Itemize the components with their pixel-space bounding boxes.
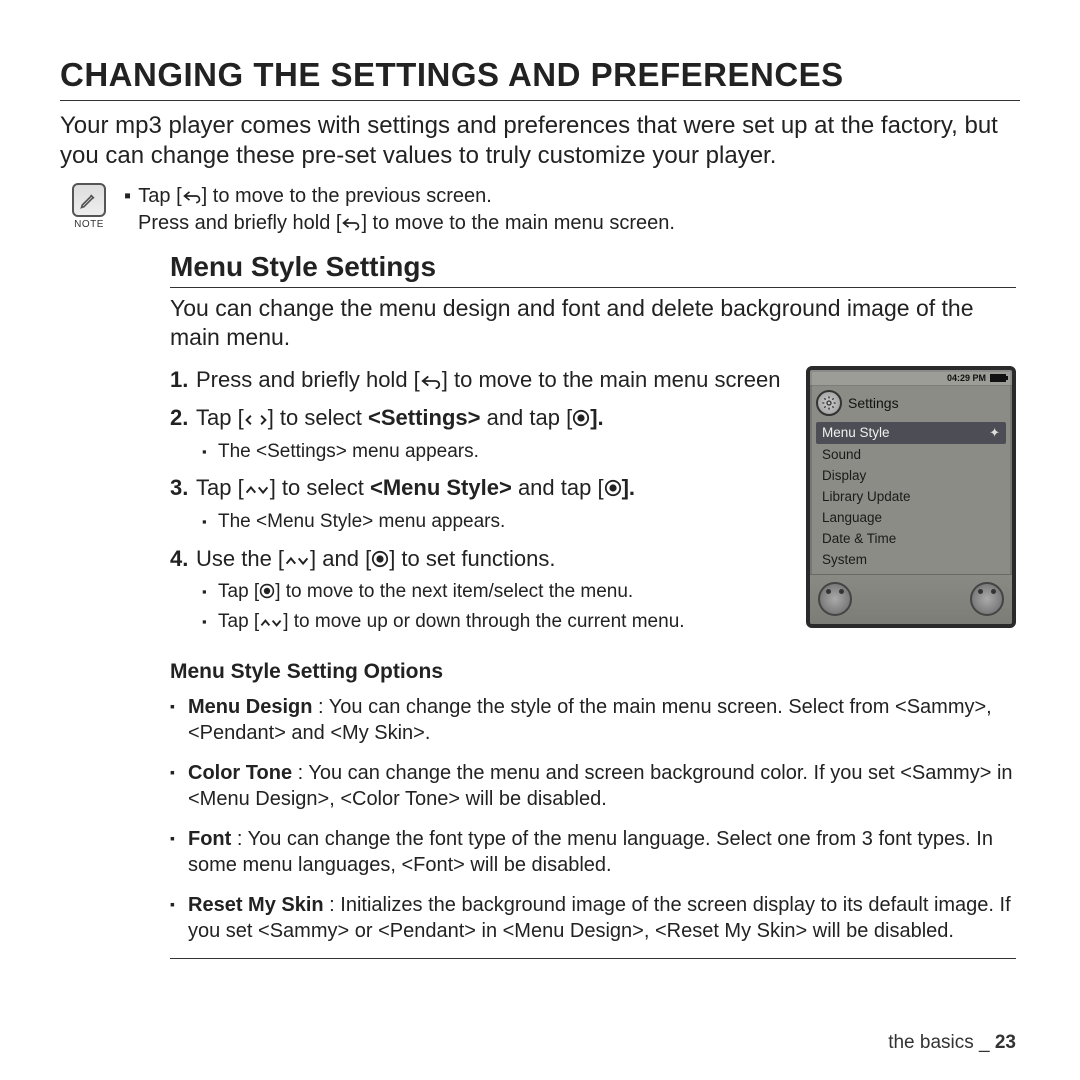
- device-titlebar: Settings: [810, 386, 1012, 422]
- device-title: Settings: [848, 395, 899, 411]
- s2c: and tap [: [480, 405, 572, 430]
- step-2: 2. Tap [] to select <Settings> and tap […: [170, 404, 788, 464]
- s4s2a: Tap [: [218, 611, 259, 632]
- device-screenshot: 04:29 PM Settings Menu Style✦SoundDispla…: [806, 366, 1016, 628]
- s1a: Press and briefly hold [: [196, 367, 420, 392]
- note-line1a: Tap [: [138, 185, 181, 207]
- up-down-icon: [259, 617, 283, 629]
- s1b: ] to move to the main menu screen: [442, 367, 781, 392]
- step-4: 4. Use the [] and [] to set functions. T…: [170, 545, 788, 635]
- option-item: Menu Design : You can change the style o…: [170, 694, 1016, 746]
- s3b: ] to select: [270, 475, 370, 500]
- device-menu-item: Library Update: [816, 486, 1006, 507]
- s2a: Tap [: [196, 405, 244, 430]
- s2-sub: The <Settings> menu appears.: [202, 439, 788, 465]
- page-footer: the basics _ 23: [888, 1032, 1016, 1054]
- device-menu-item: Display: [816, 465, 1006, 486]
- device-menu-item: System: [816, 549, 1006, 570]
- s4-sub2: Tap [ ] to move up or down through the cu…: [202, 609, 788, 635]
- s2b: ] to select: [268, 405, 368, 430]
- section-heading: Menu Style Settings: [170, 251, 1016, 288]
- footer-sep: _: [974, 1032, 995, 1053]
- option-item: Reset My Skin : Initializes the backgrou…: [170, 892, 1016, 944]
- up-down-icon: [244, 483, 270, 497]
- select-icon: [572, 409, 590, 427]
- device-menu-item: Date & Time: [816, 528, 1006, 549]
- footer-section: the basics: [888, 1032, 974, 1053]
- s4c: ] to set functions.: [389, 546, 555, 571]
- device-statusbar: 04:29 PM: [810, 370, 1012, 386]
- s4s2b: ] to move up or down through the current…: [283, 611, 684, 632]
- note-text: ▪ Tap [] to move to the previous screen.…: [124, 183, 675, 237]
- intro-text: Your mp3 player comes with settings and …: [60, 111, 1020, 171]
- gear-icon: [816, 390, 842, 416]
- device-menu-item: Menu Style✦: [816, 422, 1006, 444]
- device-menu-item: Language: [816, 507, 1006, 528]
- steps-list: 1. Press and briefly hold [] to move to …: [170, 366, 788, 635]
- back-icon: [182, 188, 202, 204]
- select-icon: [259, 583, 275, 599]
- left-right-icon: [244, 413, 268, 427]
- pencil-icon: [72, 183, 106, 217]
- device-time: 04:29 PM: [947, 373, 986, 383]
- speaker-left-icon: [818, 582, 852, 616]
- step-3: 3. Tap [] to select <Menu Style> and tap…: [170, 474, 788, 534]
- back-icon: [341, 215, 361, 231]
- battery-icon: [990, 374, 1006, 382]
- s3d: ].: [622, 475, 635, 500]
- back-icon: [420, 373, 442, 389]
- step-1: 1. Press and briefly hold [] to move to …: [170, 366, 788, 395]
- note-line2b: ] to move to the main menu screen.: [361, 212, 675, 234]
- select-icon: [604, 479, 622, 497]
- note-line1b: ] to move to the previous screen.: [202, 185, 492, 207]
- s3c: and tap [: [512, 475, 604, 500]
- s2bold: <Settings>: [368, 405, 480, 430]
- option-item: Font : You can change the font type of t…: [170, 826, 1016, 878]
- s3-sub: The <Menu Style> menu appears.: [202, 509, 788, 535]
- footer-page: 23: [995, 1032, 1016, 1053]
- options-list: Menu Design : You can change the style o…: [170, 694, 1016, 944]
- s4s1b: ] to move to the next item/select the me…: [275, 581, 633, 602]
- s4-sub1: Tap [ ] to move to the next item/select t…: [202, 579, 788, 605]
- option-item: Color Tone : You can change the menu and…: [170, 760, 1016, 812]
- s2d: ].: [590, 405, 603, 430]
- device-menu: Menu Style✦SoundDisplayLibrary UpdateLan…: [810, 422, 1012, 574]
- page-title: CHANGING THE SETTINGS AND PREFERENCES: [60, 56, 1020, 101]
- s3a: Tap [: [196, 475, 244, 500]
- note-block: NOTE ▪ Tap [] to move to the previous sc…: [68, 183, 1020, 237]
- section-desc: You can change the menu design and font …: [170, 294, 1016, 352]
- device-speakers: [810, 574, 1012, 624]
- s4a: Use the [: [196, 546, 284, 571]
- s3bold: <Menu Style>: [370, 475, 512, 500]
- note-line2a: Press and briefly hold [: [138, 212, 341, 234]
- s4s1a: Tap [: [218, 581, 259, 602]
- note-label: NOTE: [74, 219, 104, 230]
- options-heading: Menu Style Setting Options: [170, 660, 1016, 684]
- note-badge: NOTE: [68, 183, 110, 230]
- device-menu-item: Sound: [816, 444, 1006, 465]
- divider: [170, 958, 1016, 959]
- up-down-icon: [284, 554, 310, 568]
- select-icon: [371, 550, 389, 568]
- s4b: ] and [: [310, 546, 371, 571]
- speaker-right-icon: [970, 582, 1004, 616]
